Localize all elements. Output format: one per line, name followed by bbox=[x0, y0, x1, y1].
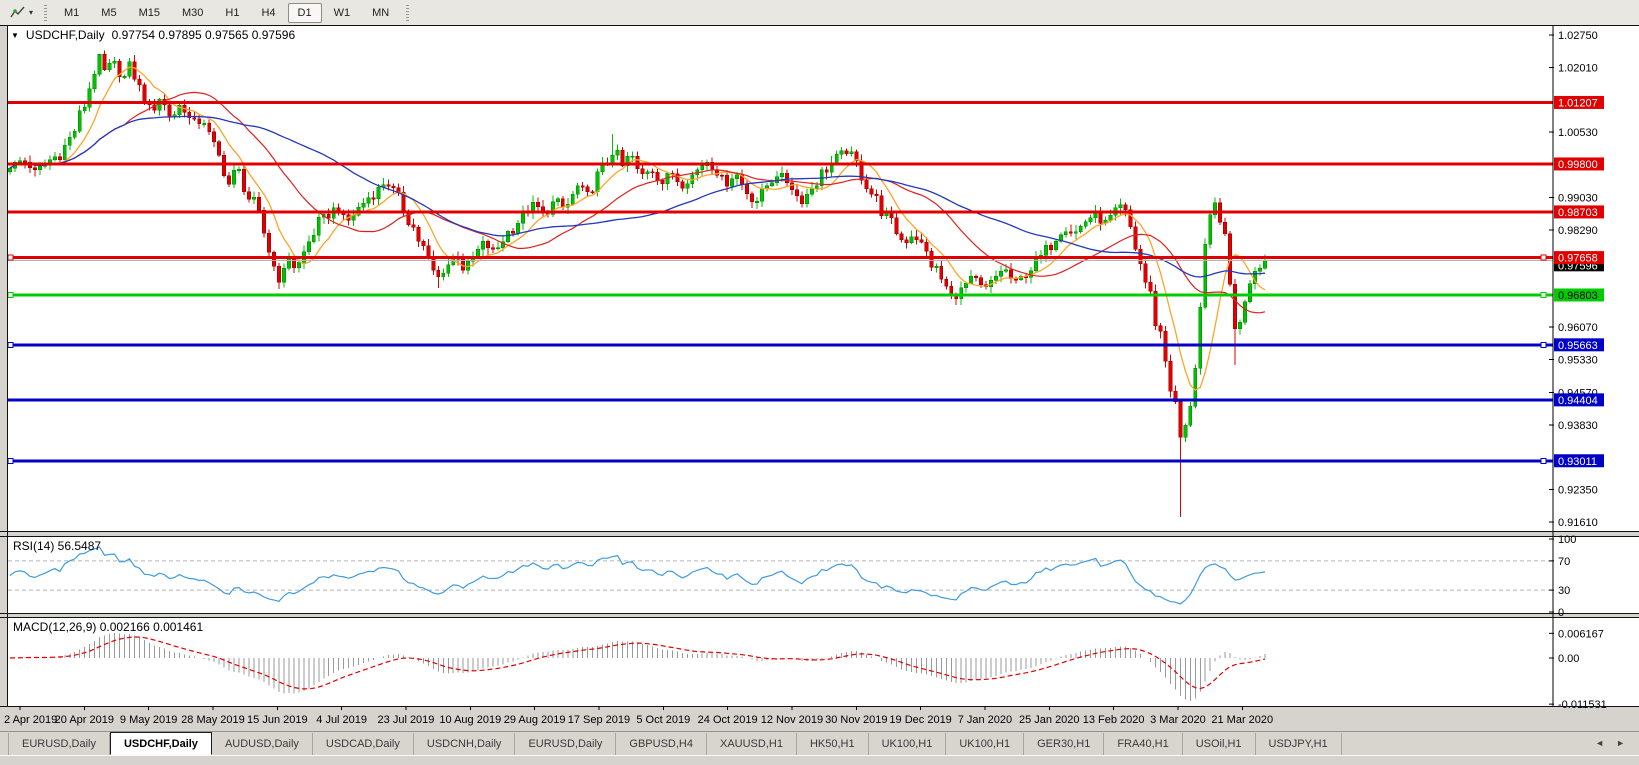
level-price-label-0.96803: 0.96803 bbox=[1554, 288, 1604, 302]
svg-text:0.93011: 0.93011 bbox=[1558, 456, 1597, 468]
svg-text:13 Feb 2020: 13 Feb 2020 bbox=[1083, 714, 1145, 726]
chart-canvas[interactable]: 1.02750 1.02010 1.00530 0.99030 0.98290 0.960… bbox=[0, 25, 1639, 731]
svg-text:0.00: 0.00 bbox=[1558, 653, 1579, 665]
timeframe-button-w1[interactable]: W1 bbox=[324, 3, 361, 23]
tab-scroll-left-icon[interactable]: ◄ bbox=[1595, 738, 1604, 748]
tab-scroll-controls: ◄ ► bbox=[1595, 738, 1625, 748]
svg-text:0.99030: 0.99030 bbox=[1558, 193, 1598, 205]
level-price-label-0.99800: 0.99800 bbox=[1554, 157, 1604, 171]
top-toolbar: ▾ M1M5M15M30H1H4D1W1MN bbox=[0, 0, 1639, 25]
svg-text:1.02750: 1.02750 bbox=[1558, 30, 1598, 42]
svg-text:0.006167: 0.006167 bbox=[1558, 628, 1604, 640]
svg-text:70: 70 bbox=[1558, 556, 1570, 568]
svg-text:10 Aug 2019: 10 Aug 2019 bbox=[439, 714, 501, 726]
svg-text:1.02010: 1.02010 bbox=[1558, 62, 1598, 74]
svg-text:12 Nov 2019: 12 Nov 2019 bbox=[761, 714, 823, 726]
svg-text:0.98703: 0.98703 bbox=[1558, 207, 1598, 219]
svg-text:17 Sep 2019: 17 Sep 2019 bbox=[568, 714, 630, 726]
chart-window: 1.02750 1.02010 1.00530 0.99030 0.98290 0.960… bbox=[0, 25, 1639, 731]
macd-indicator-label: MACD(12,26,9) 0.002166 0.001461 bbox=[13, 620, 203, 634]
level-price-label-0.98703: 0.98703 bbox=[1554, 205, 1604, 219]
svg-text:0.96803: 0.96803 bbox=[1558, 290, 1598, 302]
line-studies-tool[interactable]: ▾ bbox=[5, 5, 37, 20]
chart-tab-eurusd-daily[interactable]: EURUSD,Daily bbox=[515, 733, 616, 755]
svg-text:30: 30 bbox=[1558, 585, 1570, 597]
level-price-label-0.95663: 0.95663 bbox=[1554, 338, 1604, 352]
svg-text:25 Jan 2020: 25 Jan 2020 bbox=[1019, 714, 1080, 726]
svg-text:19 Dec 2019: 19 Dec 2019 bbox=[889, 714, 951, 726]
svg-text:0.92350: 0.92350 bbox=[1558, 485, 1598, 497]
toolbar-drag-handle[interactable] bbox=[44, 5, 47, 21]
svg-text:0.98290: 0.98290 bbox=[1558, 225, 1598, 237]
toolbar-drag-handle-2[interactable] bbox=[406, 5, 409, 21]
chart-tab-gbpusd-h4[interactable]: GBPUSD,H4 bbox=[616, 733, 707, 755]
svg-text:28 May 2019: 28 May 2019 bbox=[181, 714, 245, 726]
chart-tab-usdchf-daily[interactable]: USDCHF,Daily bbox=[110, 732, 212, 755]
chart-symbol-label: USDCHF,Daily bbox=[26, 28, 105, 42]
chart-tab-hk50-h1[interactable]: HK50,H1 bbox=[797, 733, 869, 755]
svg-text:-0.011531: -0.011531 bbox=[1558, 699, 1607, 711]
svg-text:0.94404: 0.94404 bbox=[1558, 395, 1598, 407]
svg-text:24 Oct 2019: 24 Oct 2019 bbox=[698, 714, 758, 726]
timeframe-button-m1[interactable]: M1 bbox=[54, 3, 89, 23]
chart-tab-xauusd-h1[interactable]: XAUUSD,H1 bbox=[707, 733, 797, 755]
svg-text:30 Nov 2019: 30 Nov 2019 bbox=[825, 714, 887, 726]
chart-tab-fra40-h1[interactable]: FRA40,H1 bbox=[1104, 733, 1182, 755]
timeframe-button-h4[interactable]: H4 bbox=[251, 3, 285, 23]
svg-text:0.99800: 0.99800 bbox=[1558, 159, 1598, 171]
svg-text:0.96070: 0.96070 bbox=[1558, 322, 1598, 334]
chart-title-bar: ▼ USDCHF,Daily 0.97754 0.97895 0.97565 0… bbox=[11, 28, 295, 42]
svg-text:23 Jul 2019: 23 Jul 2019 bbox=[378, 714, 435, 726]
svg-text:29 Aug 2019: 29 Aug 2019 bbox=[504, 714, 566, 726]
level-price-label-0.97658: 0.97658 bbox=[1554, 251, 1604, 265]
svg-text:9 May 2019: 9 May 2019 bbox=[120, 714, 177, 726]
level-price-label-0.94404: 0.94404 bbox=[1554, 393, 1604, 407]
level-price-label-1.01207: 1.01207 bbox=[1554, 96, 1604, 110]
chart-tabs: EURUSD,DailyUSDCHF,DailyAUDUSD,DailyUSDC… bbox=[0, 733, 1639, 755]
status-strip bbox=[0, 755, 1639, 765]
chart-ohlc-values: 0.97754 0.97895 0.97565 0.97596 bbox=[112, 28, 296, 42]
svg-text:0.95330: 0.95330 bbox=[1558, 354, 1598, 366]
chart-tab-audusd-daily[interactable]: AUDUSD,Daily bbox=[212, 733, 313, 755]
timeframe-button-m5[interactable]: M5 bbox=[91, 3, 126, 23]
svg-text:0.97658: 0.97658 bbox=[1558, 253, 1598, 265]
chart-tab-ger30-h1[interactable]: GER30,H1 bbox=[1024, 733, 1104, 755]
svg-text:100: 100 bbox=[1558, 534, 1576, 546]
timeframe-button-m15[interactable]: M15 bbox=[129, 3, 170, 23]
chart-tab-eurusd-daily[interactable]: EURUSD,Daily bbox=[8, 733, 110, 755]
svg-text:2 Apr 2019: 2 Apr 2019 bbox=[4, 714, 57, 726]
svg-text:0.93830: 0.93830 bbox=[1558, 420, 1598, 432]
chevron-down-icon[interactable]: ▾ bbox=[29, 8, 33, 17]
timeframe-button-m30[interactable]: M30 bbox=[172, 3, 213, 23]
svg-text:7 Jan 2020: 7 Jan 2020 bbox=[958, 714, 1012, 726]
timeframe-button-d1[interactable]: D1 bbox=[288, 3, 322, 23]
chart-tab-usoil-h1[interactable]: USOil,H1 bbox=[1183, 733, 1256, 755]
svg-text:15 Jun 2019: 15 Jun 2019 bbox=[247, 714, 308, 726]
line-studies-icon bbox=[9, 5, 26, 20]
svg-text:5 Oct 2019: 5 Oct 2019 bbox=[636, 714, 690, 726]
svg-text:1.01207: 1.01207 bbox=[1558, 97, 1598, 109]
chart-tab-usdjpy-h1[interactable]: USDJPY,H1 bbox=[1256, 733, 1342, 755]
chart-tab-uk100-h1[interactable]: UK100,H1 bbox=[869, 733, 947, 755]
chart-tab-usdcad-daily[interactable]: USDCAD,Daily bbox=[313, 733, 414, 755]
rsi-indicator-label: RSI(14) 56.5487 bbox=[13, 539, 101, 553]
level-price-label-0.93011: 0.93011 bbox=[1554, 454, 1604, 468]
timeframe-button-mn[interactable]: MN bbox=[362, 3, 399, 23]
chart-tab-usdcnh-daily[interactable]: USDCNH,Daily bbox=[414, 733, 516, 755]
svg-text:0.91610: 0.91610 bbox=[1558, 517, 1598, 529]
svg-text:1.00530: 1.00530 bbox=[1558, 127, 1598, 139]
svg-text:3 Mar 2020: 3 Mar 2020 bbox=[1150, 714, 1206, 726]
svg-text:4 Jul 2019: 4 Jul 2019 bbox=[316, 714, 367, 726]
collapse-indicator-icon[interactable]: ▼ bbox=[11, 31, 19, 40]
tab-scroll-right-icon[interactable]: ► bbox=[1616, 738, 1625, 748]
chart-tab-uk100-h1[interactable]: UK100,H1 bbox=[946, 733, 1024, 755]
svg-text:0.95663: 0.95663 bbox=[1558, 340, 1598, 352]
timeframe-buttons: M1M5M15M30H1H4D1W1MN bbox=[54, 3, 399, 23]
svg-text:21 Mar 2020: 21 Mar 2020 bbox=[1211, 714, 1273, 726]
svg-text:20 Apr 2019: 20 Apr 2019 bbox=[55, 714, 114, 726]
timeframe-button-h1[interactable]: H1 bbox=[215, 3, 249, 23]
mt4-window: ▾ M1M5M15M30H1H4D1W1MN 1.027501.020101.0… bbox=[0, 0, 1639, 765]
